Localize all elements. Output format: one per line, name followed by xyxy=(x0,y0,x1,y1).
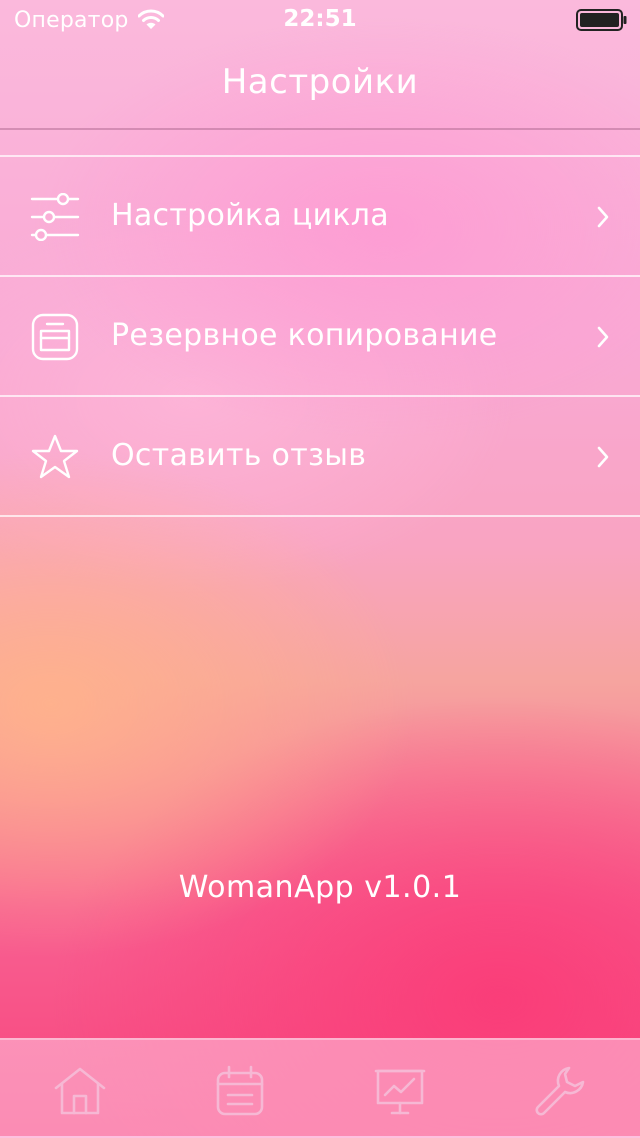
settings-list: Настройка цикла Резервное копирование Ос… xyxy=(0,155,640,517)
tab-statistics[interactable] xyxy=(320,1040,480,1138)
page-title: Настройки xyxy=(221,62,419,102)
settings-item-label: Оставить отзыв xyxy=(111,438,367,473)
navigation-bar: Настройки xyxy=(0,40,640,130)
chart-icon xyxy=(374,1069,426,1115)
status-time: 22:51 xyxy=(283,6,357,32)
backup-icon xyxy=(31,313,79,361)
app-version: WomanApp v1.0.1 xyxy=(178,870,462,905)
sliders-icon xyxy=(30,193,80,241)
tab-home[interactable] xyxy=(0,1040,160,1138)
settings-item-label: Настройка цикла xyxy=(111,198,389,233)
settings-item-cycle[interactable]: Настройка цикла xyxy=(0,157,640,277)
settings-item-backup[interactable]: Резервное копирование xyxy=(0,277,640,397)
home-icon xyxy=(54,1067,106,1115)
calendar-icon xyxy=(216,1065,264,1116)
star-icon xyxy=(31,434,79,479)
chevron-right-icon xyxy=(597,446,609,468)
status-bar: Оператор 22:51 xyxy=(0,0,640,40)
chevron-right-icon xyxy=(597,326,609,348)
wrench-icon xyxy=(535,1066,585,1116)
tab-calendar[interactable] xyxy=(160,1040,320,1138)
settings-item-label: Резервное копирование xyxy=(111,318,498,353)
battery-icon xyxy=(576,9,627,31)
tab-bar xyxy=(0,1038,640,1138)
chevron-right-icon xyxy=(597,206,609,228)
tab-settings[interactable] xyxy=(480,1040,640,1138)
settings-item-feedback[interactable]: Оставить отзыв xyxy=(0,397,640,517)
